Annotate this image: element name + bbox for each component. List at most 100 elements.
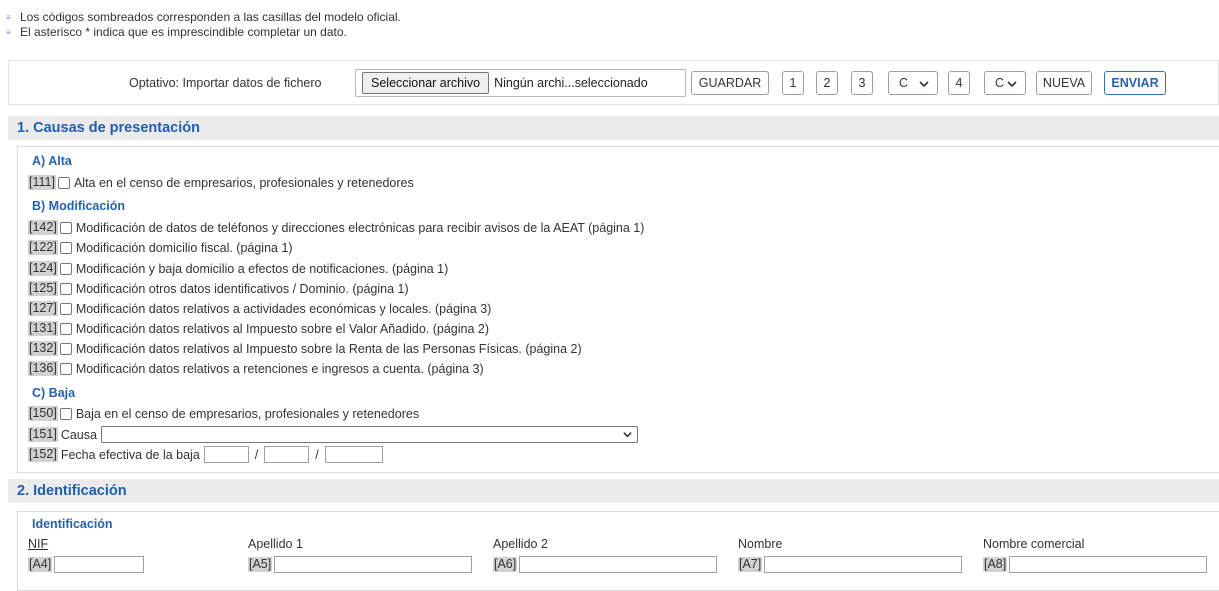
alta-subtitle: A) Alta [32,154,72,168]
apellido2-label: Apellido 2 [493,537,548,551]
causa-label: Causa [60,427,97,442]
checkbox-127[interactable] [59,302,72,315]
import-label: Optativo: Importar datos de fichero [129,76,322,90]
chevron-down-icon [1007,81,1017,88]
box-code: [122] [28,240,58,255]
nueva-button[interactable]: NUEVA [1036,71,1092,95]
nif-label: NIF [28,537,49,551]
box-code: [127] [28,301,58,316]
option-row-111[interactable]: [111] Alta en el censo de empresarios, p… [28,174,414,191]
fecha-day-input[interactable] [203,446,249,463]
fecha-year-input[interactable] [324,446,383,463]
option-label: Modificación datos relativos al Impuesto… [75,341,582,356]
option-row-125[interactable]: [125] Modificación otros datos identific… [28,280,409,297]
checkbox-150[interactable] [59,407,72,420]
box-code: [132] [28,341,58,356]
identificacion-panel: Identificación NIF [A4] Apellido 1 [A5] … [17,511,1219,591]
nombre-comercial-label: Nombre comercial [983,537,1085,551]
option-row-127[interactable]: [127] Modificación datos relativos a act… [28,300,491,317]
note-text: Los códigos sombreados corresponden a la… [20,10,401,24]
option-row-124[interactable]: [124] Modificación y baja domicilio a ef… [28,260,448,277]
checkbox-131[interactable] [59,322,72,335]
option-label: Baja en el censo de empresarios, profesi… [75,406,420,421]
date-separator: / [254,447,259,462]
page-select-1[interactable]: C [888,71,938,95]
option-row-131[interactable]: [131] Modificación datos relativos al Im… [28,320,489,337]
checkbox-136[interactable] [59,362,72,375]
baja-subtitle: C) Baja [32,386,76,400]
option-row-132[interactable]: [132] Modificación datos relativos al Im… [28,340,582,357]
fecha-baja-row: [152] Fecha efectiva de la baja / / [28,446,383,463]
checkbox-122[interactable] [59,241,72,254]
box-code: [125] [28,281,58,296]
box-code: [A4] [28,557,53,572]
page-1-button[interactable]: 1 [782,71,804,95]
box-code: [A6] [493,557,518,572]
nombre-field: [A7] [738,556,963,573]
option-label: Alta en el censo de empresarios, profesi… [73,175,414,190]
option-label: Modificación datos relativos al Impuesto… [75,321,490,336]
box-code: [131] [28,321,58,336]
box-code: [150] [28,406,58,421]
box-code: [A7] [738,557,763,572]
page-select-1-value: C [899,76,909,90]
nombre-comercial-field: [A8] [983,556,1208,573]
list-bullet-icon: ≡ [6,13,11,22]
option-row-150[interactable]: [150] Baja en el censo de empresarios, p… [28,405,419,422]
box-code: [151] [28,427,58,442]
file-input[interactable]: Seleccionar archivo Ningún archi...selec… [355,69,686,97]
modificacion-subtitle: B) Modificación [32,199,126,213]
page-select-2[interactable]: C [984,71,1026,95]
checkbox-142[interactable] [59,221,72,234]
choose-file-button[interactable]: Seleccionar archivo [362,72,490,94]
checkbox-125[interactable] [59,282,72,295]
option-label: Modificación datos relativos a actividad… [75,301,492,316]
list-bullet-icon: ≡ [6,28,11,37]
info-notes: ≡ Los códigos sombreados corresponden a … [6,10,401,40]
apellido2-field: [A6] [493,556,718,573]
toolbar: Optativo: Importar datos de fichero Sele… [8,60,1219,105]
section-causas-title: 1. Causas de presentación [8,116,1219,140]
box-code: [111] [28,175,56,190]
nif-field: [A4] [28,556,145,573]
apellido1-input[interactable] [274,556,473,573]
box-code: [136] [28,361,58,376]
option-label: Modificación domicilio fiscal. (página 1… [75,240,293,255]
box-code: [152] [28,447,58,462]
chevron-down-icon [623,432,632,438]
option-row-142[interactable]: [142] Modificación de datos de teléfonos… [28,219,644,236]
causa-select[interactable] [100,426,638,443]
option-label: Modificación de datos de teléfonos y dir… [75,220,645,235]
note-text: El asterisco * indica que es imprescindi… [20,25,347,39]
guardar-button[interactable]: GUARDAR [691,71,769,95]
option-row-122[interactable]: [122] Modificación domicilio fiscal. (pá… [28,239,293,256]
chevron-down-icon [919,81,929,88]
checkbox-124[interactable] [59,262,72,275]
apellido1-label: Apellido 1 [248,537,303,551]
page-3-button[interactable]: 3 [851,71,873,95]
nombre-label: Nombre [738,537,783,551]
page-4-button[interactable]: 4 [948,71,970,95]
checkbox-132[interactable] [59,342,72,355]
causas-panel: A) Alta [111] Alta en el censo de empres… [17,146,1219,473]
checkbox-111[interactable] [57,176,70,189]
nombre-input[interactable] [764,556,963,573]
date-separator: / [315,447,319,462]
nif-input[interactable] [54,556,145,573]
causa-row: [151] Causa [28,426,638,443]
option-label: Modificación datos relativos a retencion… [75,361,484,376]
box-code: [A8] [983,557,1008,572]
box-code: [A5] [248,557,273,572]
option-label: Modificación otros datos identificativos… [75,281,409,296]
option-label: Modificación y baja domicilio a efectos … [75,261,449,276]
option-row-136[interactable]: [136] Modificación datos relativos a ret… [28,360,484,377]
enviar-button[interactable]: ENVIAR [1104,71,1166,95]
nombre-comercial-input[interactable] [1009,556,1208,573]
box-code: [142] [28,220,58,235]
note-shaded-codes: ≡ Los códigos sombreados corresponden a … [6,10,401,25]
apellido1-field: [A5] [248,556,473,573]
note-asterisk: ≡ El asterisco * indica que es imprescin… [6,25,401,40]
page-2-button[interactable]: 2 [816,71,838,95]
fecha-month-input[interactable] [264,446,310,463]
apellido2-input[interactable] [519,556,718,573]
